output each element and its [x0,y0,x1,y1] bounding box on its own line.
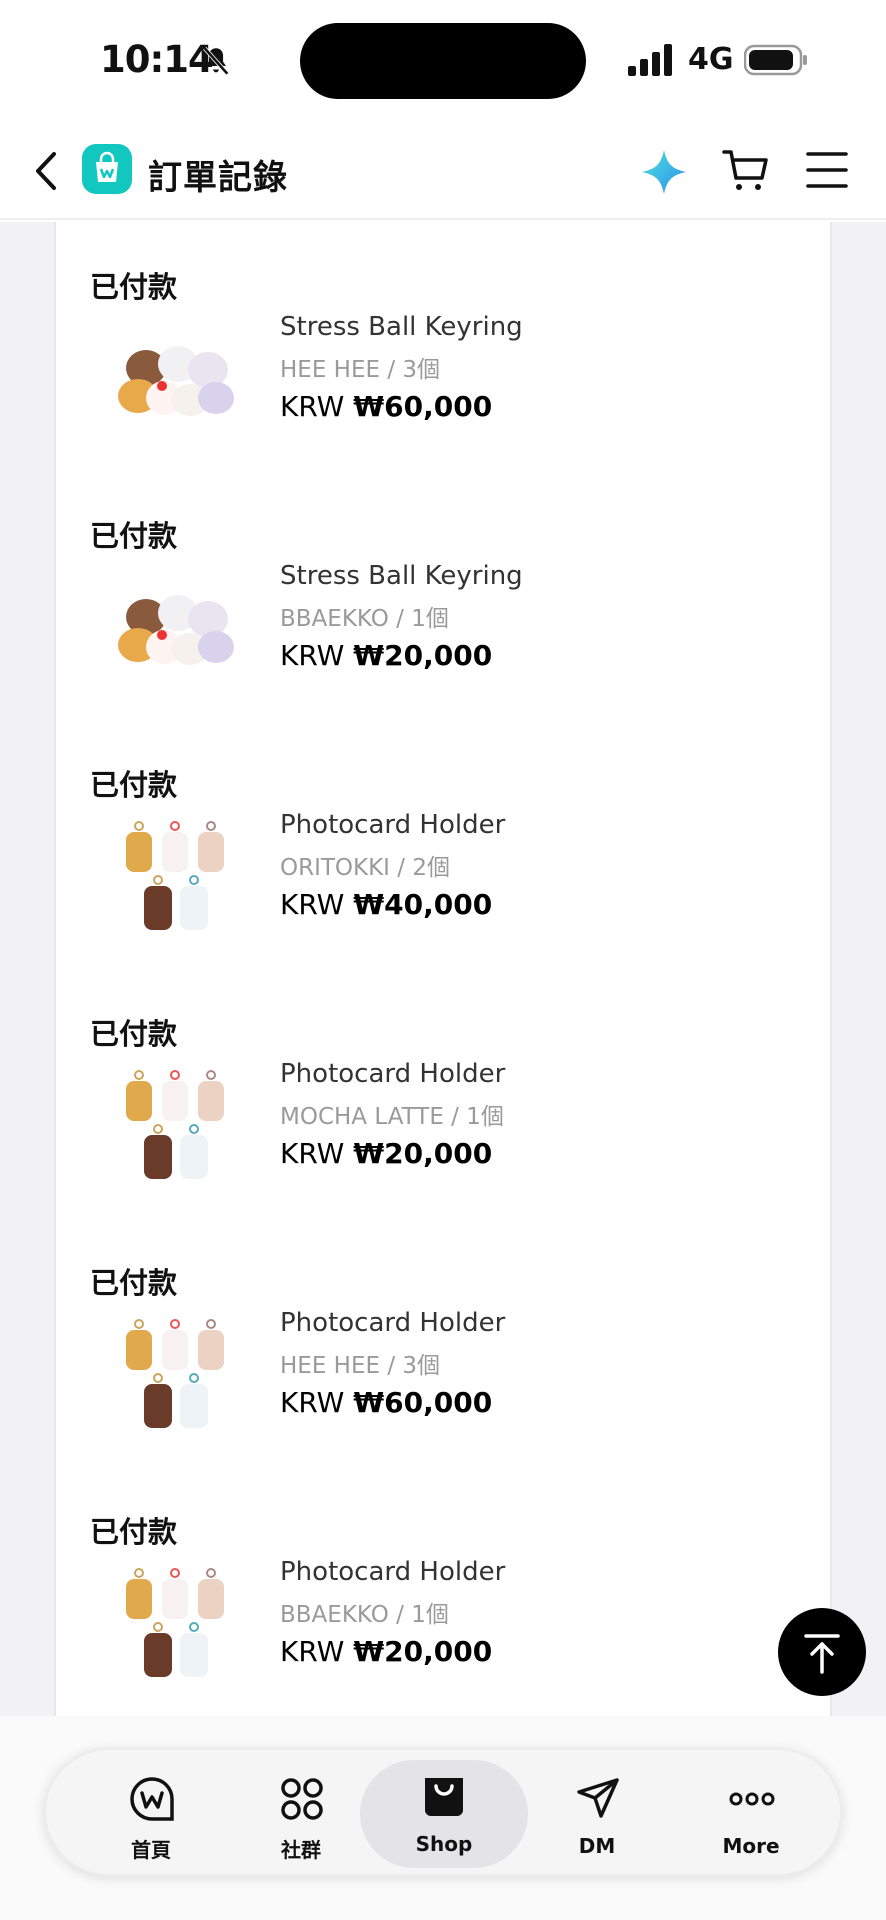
price-currency: KRW [280,639,345,672]
tab-shop[interactable]: Shop [360,1760,528,1868]
more-dots-icon [729,1792,775,1806]
back-icon[interactable] [30,148,64,194]
product-name: Photocard Holder [280,1059,506,1089]
tab-dm[interactable]: DM [522,1750,672,1874]
product-variant: BBAEKKO / 1個 [280,1602,449,1628]
keyring-plush-thumbnail [118,595,234,665]
order-status: 已付款 [90,270,178,304]
price-amount: ₩20,000 [353,1635,493,1668]
photocard-holder-thumbnail [126,821,224,930]
tab-label: More [722,1834,780,1858]
price-amount: ₩60,000 [353,1386,493,1419]
product-variant: MOCHA LATTE / 1個 [280,1104,504,1130]
product-variant: HEE HEE / 3個 [280,1353,441,1379]
product-name: Photocard Holder [280,1308,506,1338]
dm-send-icon [577,1778,619,1818]
product-variant: BBAEKKO / 1個 [280,606,449,632]
price-amount: ₩20,000 [353,639,493,672]
tab-community[interactable]: 社群 [226,1750,376,1874]
order-status: 已付款 [90,519,178,553]
signal-icon [628,44,672,76]
tab-label: DM [578,1834,616,1858]
bottom-tab-bar: 首頁 社群 Shop DM More [44,1748,842,1876]
product-price: KRW ₩20,000 [280,1137,492,1170]
order-card: 已付款 Stress Ball Keyring HEE HEE / 3個 KRW… [54,222,832,1716]
shop-logo [82,144,132,194]
status-time: 10:14 [100,38,214,81]
dynamic-island [300,23,586,99]
status-bar: 10:14 4G [0,0,886,120]
price-amount: ₩20,000 [353,1137,493,1170]
photocard-holder-thumbnail [126,1319,224,1428]
product-price: KRW ₩20,000 [280,639,492,672]
menu-icon[interactable] [806,150,848,190]
product-name: Photocard Holder [280,1557,506,1587]
order-status: 已付款 [90,1017,178,1051]
order-item[interactable]: 已付款 Photocard Holder ORITOKKI / 2個 KRW ₩… [56,720,830,970]
order-status: 已付款 [90,768,178,802]
tab-label: Shop [415,1832,473,1856]
shop-bag-icon [425,1778,463,1816]
photocard-holder-thumbnail [126,1568,224,1677]
shop-bag-logo-icon [96,151,118,182]
order-item[interactable]: 已付款 Stress Ball Keyring BBAEKKO / 1個 KRW… [56,471,830,721]
price-currency: KRW [280,1137,345,1170]
community-grid-icon [281,1778,323,1820]
price-amount: ₩60,000 [353,390,493,423]
price-currency: KRW [280,1386,345,1419]
price-currency: KRW [280,390,345,423]
price-amount: ₩40,000 [353,888,493,921]
product-price: KRW ₩20,000 [280,1635,492,1668]
battery-icon [744,44,807,76]
product-name: Stress Ball Keyring [280,312,523,342]
order-status: 已付款 [90,1266,178,1300]
sparkle-icon[interactable] [640,148,688,196]
keyring-plush-thumbnail [118,346,234,416]
product-price: KRW ₩60,000 [280,390,492,423]
order-item[interactable]: 已付款 Photocard Holder MOCHA LATTE / 1個 KR… [56,969,830,1219]
tab-label: 首頁 [131,1838,171,1862]
product-variant: ORITOKKI / 2個 [280,855,450,881]
order-list-container[interactable]: 已付款 Stress Ball Keyring HEE HEE / 3個 KRW… [0,222,886,1716]
product-variant: HEE HEE / 3個 [280,357,441,383]
order-item[interactable]: 已付款 Stress Ball Keyring HEE HEE / 3個 KRW… [56,222,830,472]
product-name: Stress Ball Keyring [280,561,523,591]
arrow-up-to-top-icon [804,1634,840,1674]
product-price: KRW ₩40,000 [280,888,492,921]
network-label: 4G [688,42,734,77]
price-currency: KRW [280,888,345,921]
order-item[interactable]: 已付款 Photocard Holder BBAEKKO / 1個 KRW ₩2… [56,1467,830,1716]
weverse-home-icon [130,1777,174,1821]
scroll-to-top-button[interactable] [778,1608,866,1696]
product-name: Photocard Holder [280,810,506,840]
cart-icon[interactable] [722,148,770,194]
price-currency: KRW [280,1635,345,1668]
bell-off-icon [203,46,229,76]
tab-more[interactable]: More [676,1750,826,1874]
tab-home[interactable]: 首頁 [76,1750,226,1874]
product-price: KRW ₩60,000 [280,1386,492,1419]
app-header: 訂單記錄 [0,120,886,220]
page-title: 訂單記錄 [148,158,288,198]
order-item[interactable]: 已付款 Photocard Holder HEE HEE / 3個 KRW ₩6… [56,1218,830,1468]
order-status: 已付款 [90,1515,178,1549]
tab-label: 社群 [281,1838,321,1862]
photocard-holder-thumbnail [126,1070,224,1179]
